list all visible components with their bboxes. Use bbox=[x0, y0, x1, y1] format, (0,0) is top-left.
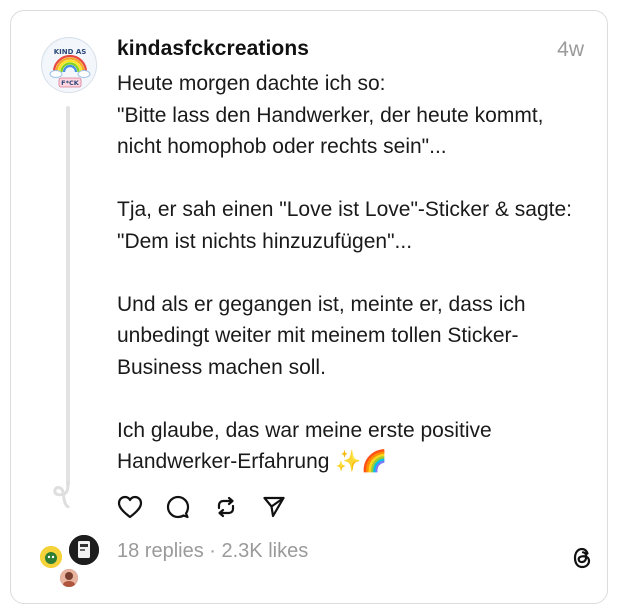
thread-line bbox=[66, 106, 70, 486]
replier-avatar-image bbox=[60, 569, 78, 587]
post-stats: 18 replies · 2.3K likes bbox=[117, 540, 308, 563]
repost-icon bbox=[217, 496, 235, 518]
replier-avatar[interactable] bbox=[58, 567, 80, 589]
like-button[interactable] bbox=[117, 494, 143, 520]
comment-icon bbox=[166, 495, 190, 519]
reply-button[interactable] bbox=[165, 494, 191, 520]
share-icon bbox=[263, 496, 285, 518]
share-button[interactable] bbox=[261, 494, 287, 520]
author-username[interactable]: kindasfckcreations bbox=[117, 37, 309, 61]
avatar-text-top: KIND AS bbox=[54, 48, 87, 56]
replies-count-link[interactable]: 18 replies bbox=[117, 540, 204, 562]
thread-curl-icon bbox=[53, 480, 70, 508]
replier-avatar-image bbox=[69, 535, 99, 565]
stats-separator: · bbox=[203, 540, 222, 562]
threads-logo-button[interactable] bbox=[570, 545, 594, 576]
action-bar bbox=[117, 494, 309, 520]
post-timestamp: 4w bbox=[557, 38, 584, 61]
threads-logo-icon bbox=[573, 547, 591, 569]
repost-button[interactable] bbox=[213, 494, 239, 520]
replier-avatar[interactable] bbox=[38, 544, 64, 570]
avatar-text-bottom: F*CK bbox=[61, 79, 80, 87]
post-body-text: Heute morgen dachte ich so: "Bitte lass … bbox=[117, 72, 572, 473]
avatar-logo-image: KIND AS F*CK bbox=[43, 39, 96, 92]
heart-icon bbox=[117, 495, 143, 519]
replier-avatar-image bbox=[40, 546, 62, 568]
likes-count-link[interactable]: 2.3K likes bbox=[222, 540, 309, 562]
author-avatar[interactable]: KIND AS F*CK bbox=[41, 37, 97, 93]
replier-avatar[interactable] bbox=[67, 533, 101, 567]
